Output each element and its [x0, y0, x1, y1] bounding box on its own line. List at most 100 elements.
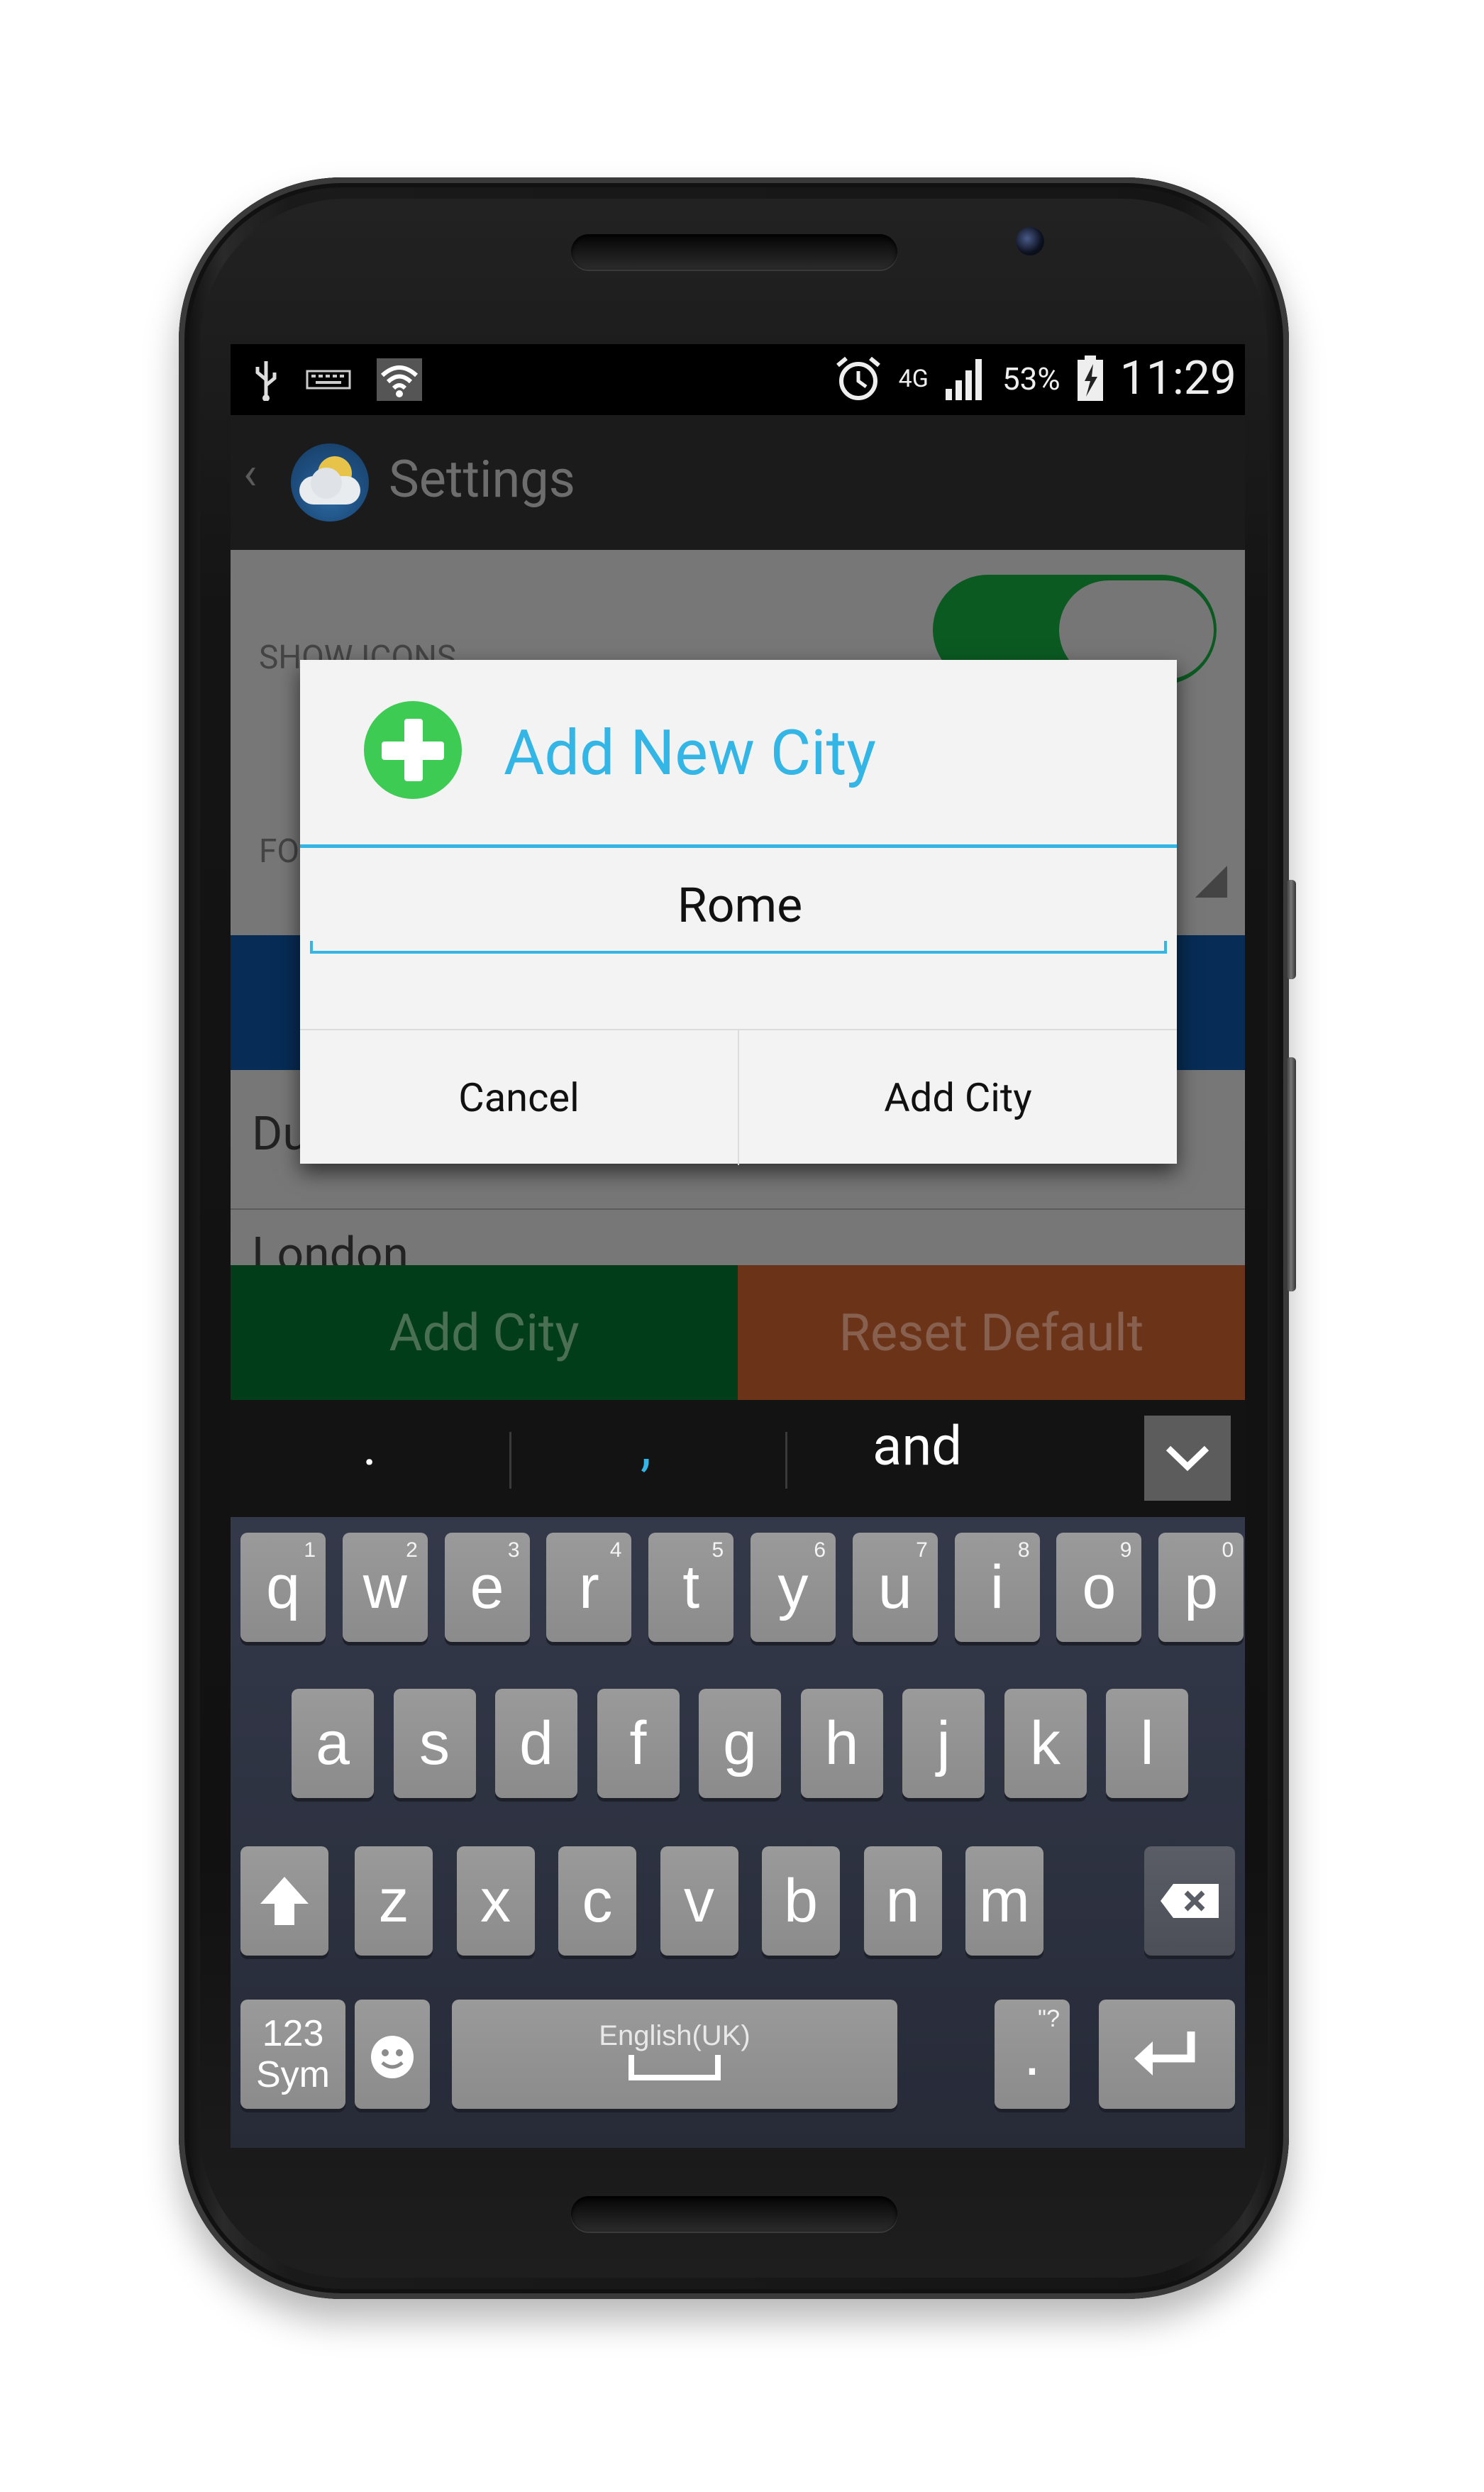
key-letter: p — [1184, 1553, 1219, 1621]
dialog-title-divider — [300, 844, 1177, 848]
network-type: 4G — [898, 364, 929, 393]
hide-keyboard-button[interactable] — [1144, 1416, 1231, 1501]
top-speaker — [570, 234, 897, 270]
signal-icon — [945, 358, 982, 400]
shift-key[interactable] — [240, 1846, 328, 1956]
reset-default-button[interactable]: Reset Default — [738, 1265, 1245, 1400]
keyboard-notification-icon — [306, 370, 351, 390]
emoji-smiley-icon — [371, 2036, 414, 2078]
input-underline — [310, 941, 1167, 954]
status-bar: 4G 53% 11:29 — [231, 344, 1245, 415]
key-number-hint: 8 — [1017, 1538, 1030, 1562]
key-letter: y — [777, 1553, 809, 1621]
symbols-key-label: Sym — [256, 2054, 330, 2095]
power-button — [1286, 1057, 1296, 1291]
cancel-button[interactable]: Cancel — [300, 1030, 738, 1165]
city-name-input[interactable] — [309, 862, 1171, 949]
key-number-hint: 2 — [406, 1538, 418, 1562]
wifi-icon — [377, 358, 422, 401]
clock: 11:29 — [1119, 351, 1236, 406]
key-s[interactable]: s — [393, 1689, 476, 1798]
key-j[interactable]: j — [902, 1689, 985, 1798]
key-y[interactable]: 6y — [751, 1533, 836, 1642]
space-key[interactable]: English(UK) — [452, 2000, 897, 2109]
key-c[interactable]: c — [558, 1846, 636, 1956]
key-f[interactable]: f — [597, 1689, 680, 1798]
key-r[interactable]: 4r — [546, 1533, 632, 1642]
key-v[interactable]: v — [660, 1846, 738, 1956]
page-title: Settings — [389, 449, 575, 509]
key-m[interactable]: m — [965, 1846, 1043, 1956]
usb-icon — [255, 361, 277, 401]
key-l[interactable]: l — [1106, 1689, 1188, 1798]
key-letter: u — [877, 1553, 912, 1621]
key-n[interactable]: n — [863, 1846, 942, 1956]
key-number-hint: 5 — [711, 1538, 724, 1562]
symbols-key[interactable]: 123 Sym — [240, 2000, 345, 2109]
key-letter: i — [990, 1553, 1004, 1621]
key-w[interactable]: 2w — [342, 1533, 428, 1642]
space-bar-icon — [629, 2054, 721, 2080]
key-g[interactable]: g — [699, 1689, 781, 1798]
suggestion-item[interactable]: . — [362, 1414, 377, 1478]
emoji-key[interactable] — [355, 2000, 430, 2109]
key-e[interactable]: 3e — [444, 1533, 530, 1642]
spinner-arrow-icon[interactable] — [1195, 866, 1227, 898]
key-number-hint: 4 — [609, 1538, 622, 1562]
dialog-title: Add New City — [504, 717, 876, 790]
enter-key[interactable] — [1099, 2000, 1235, 2109]
key-t[interactable]: 5t — [648, 1533, 734, 1642]
key-number-hint: 9 — [1119, 1538, 1132, 1562]
key-k[interactable]: k — [1004, 1689, 1087, 1798]
alarm-icon — [836, 356, 880, 400]
volume-button — [1286, 880, 1296, 979]
key-x[interactable]: x — [456, 1846, 535, 1956]
key-number-hint: 3 — [507, 1538, 520, 1562]
key-letter: e — [470, 1553, 504, 1621]
chevron-down-icon — [1165, 1445, 1209, 1472]
key-u[interactable]: 7u — [852, 1533, 938, 1642]
key-a[interactable]: a — [292, 1689, 374, 1798]
key-letter: t — [682, 1553, 700, 1621]
backspace-icon — [1161, 1884, 1219, 1918]
backspace-key[interactable] — [1144, 1846, 1235, 1956]
key-b[interactable]: b — [762, 1846, 840, 1956]
key-letter: o — [1082, 1553, 1117, 1621]
status-left-icons — [252, 358, 422, 401]
key-o[interactable]: 9o — [1056, 1533, 1142, 1642]
list-divider — [231, 1208, 1245, 1210]
weather-app-icon[interactable] — [291, 443, 369, 522]
plus-circle-icon — [364, 701, 462, 799]
font-label: FO — [259, 832, 300, 871]
key-i[interactable]: 8i — [954, 1533, 1040, 1642]
key-number-hint: 7 — [916, 1538, 928, 1562]
shift-arrow-icon — [260, 1877, 309, 1925]
key-letter: w — [362, 1553, 407, 1621]
bottom-speaker — [570, 2196, 897, 2232]
key-z[interactable]: z — [355, 1846, 433, 1956]
suggestion-separator — [785, 1432, 787, 1489]
status-right-icons: 4G 53% 11:29 — [834, 351, 1236, 406]
period-key[interactable]: "? . — [995, 2000, 1070, 2109]
key-d[interactable]: d — [495, 1689, 577, 1798]
key-letter: r — [579, 1553, 599, 1621]
add-city-confirm-button[interactable]: Add City — [739, 1030, 1177, 1165]
suggestion-item[interactable]: and — [873, 1414, 962, 1478]
period-key-hint: "? — [1038, 2005, 1060, 2032]
front-camera — [1016, 227, 1044, 255]
suggestion-item[interactable]: , — [641, 1414, 651, 1478]
key-q[interactable]: 1q — [240, 1533, 326, 1642]
key-p[interactable]: 0p — [1158, 1533, 1244, 1642]
keyboard: 1q2w3e4r5t6y7u8i9o0p asdfghjkl zxcvbnm 1… — [231, 1517, 1245, 2148]
device-screen: 4G 53% 11:29 ‹ Settings SHOW ICONS FO Lo… — [231, 344, 1245, 2148]
battery-charging-icon — [1077, 355, 1103, 401]
battery-percent: 53% — [1002, 360, 1061, 397]
symbols-key-label: 123 — [262, 2013, 324, 2054]
add-city-button[interactable]: Add City — [231, 1265, 738, 1400]
key-h[interactable]: h — [800, 1689, 883, 1798]
back-chevron-icon[interactable]: ‹ — [243, 447, 257, 500]
space-key-language: English(UK) — [599, 2019, 751, 2051]
suggestion-strip: . , and — [231, 1400, 1245, 1517]
key-number-hint: 0 — [1222, 1538, 1234, 1562]
suggestion-separator — [509, 1432, 511, 1489]
